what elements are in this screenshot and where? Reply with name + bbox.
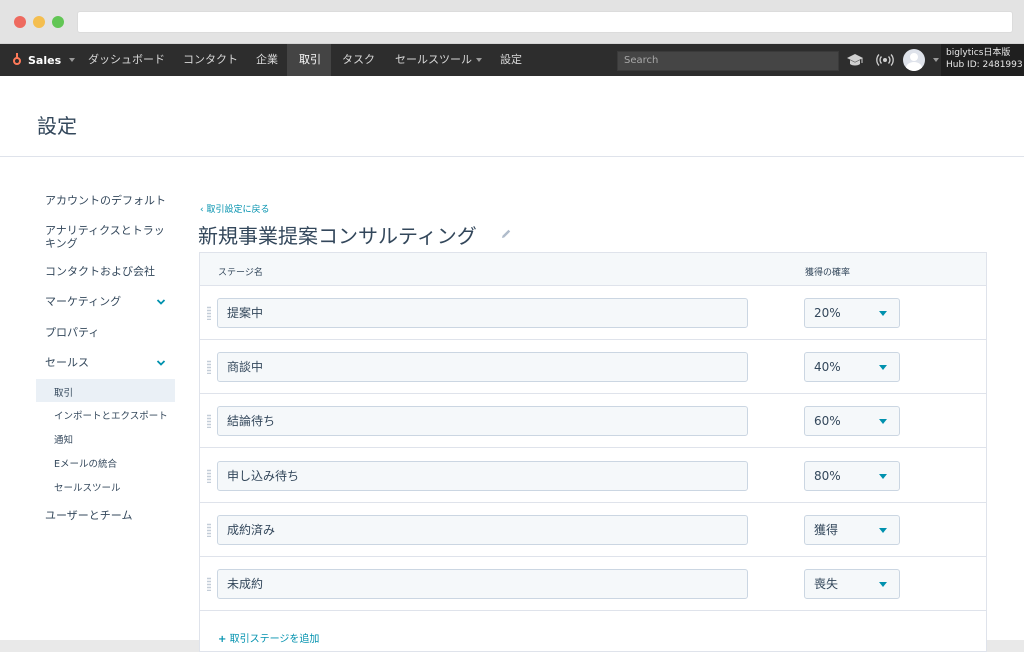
browser-chrome (0, 0, 1024, 44)
probability-select[interactable]: 40% (804, 352, 900, 382)
probability-select[interactable]: 60% (804, 406, 900, 436)
sidebar-subitem-email-integration[interactable]: Eメールの統合 (54, 456, 117, 470)
table-row: 提案中 20% (200, 286, 986, 340)
nav-deals[interactable]: 取引 (287, 44, 331, 76)
account-switcher[interactable]: biglytics日本版 Hub ID: 2481993 (941, 44, 1024, 76)
address-bar[interactable] (77, 11, 1013, 33)
chevron-down-icon[interactable] (933, 58, 939, 62)
academy-icon[interactable] (846, 53, 864, 67)
probability-value: 喪失 (814, 577, 839, 591)
pipeline-title: 新規事業提案コンサルティング (198, 224, 477, 248)
sidebar-subitem-notifications[interactable]: 通知 (54, 432, 73, 446)
caret-down-icon (879, 474, 887, 479)
sidebar-item-label: セールス (45, 356, 89, 369)
chevron-down-icon (476, 58, 482, 62)
table-row: 結論待ち 60% (200, 394, 986, 448)
sidebar-item-sales[interactable]: セールス (45, 356, 170, 369)
table-row: 申し込み待ち 80% (200, 449, 986, 503)
table-row: 成約済み 獲得 (200, 503, 986, 557)
drag-handle-icon[interactable] (207, 469, 211, 483)
window-minimize-button[interactable] (33, 16, 45, 28)
brand-label: Sales (28, 53, 62, 67)
sidebar-item-account-defaults[interactable]: アカウントのデフォルト (45, 194, 170, 207)
sidebar-item-marketing[interactable]: マーケティング (45, 295, 170, 308)
hubspot-logo-icon (10, 53, 24, 67)
stage-name-input[interactable]: 未成約 (217, 569, 748, 599)
caret-down-icon (879, 311, 887, 316)
nav-settings[interactable]: 設定 (492, 44, 530, 76)
edit-pencil-icon[interactable] (500, 228, 512, 240)
brand-menu[interactable]: Sales (10, 44, 76, 76)
sidebar-subitem-sales-tools[interactable]: セールスツール (54, 480, 121, 494)
column-header-stage: ステージ名 (218, 268, 263, 278)
stage-name-input[interactable]: 申し込み待ち (217, 461, 748, 491)
sidebar-subitem-deals[interactable]: 取引 (54, 385, 73, 399)
table-row: 未成約 喪失 (200, 557, 986, 611)
caret-down-icon (879, 582, 887, 587)
sidebar-item-contacts-companies[interactable]: コンタクトおよび会社 (45, 265, 170, 278)
probability-select[interactable]: 獲得 (804, 515, 900, 545)
deal-stages-table: ステージ名 獲得の確率 提案中 20% 商談中 40% 結論待ち 60% 申し込… (199, 252, 987, 652)
nav-sales-tools[interactable]: セールスツール (387, 44, 490, 76)
page-header (0, 76, 1024, 157)
probability-select[interactable]: 喪失 (804, 569, 900, 599)
nav-tasks[interactable]: タスク (334, 44, 383, 76)
drag-handle-icon[interactable] (207, 414, 211, 428)
stage-name-input[interactable]: 提案中 (217, 298, 748, 328)
nav-companies[interactable]: 企業 (248, 44, 286, 76)
probability-value: 60% (814, 414, 841, 428)
nav-contacts[interactable]: コンタクト (175, 44, 246, 76)
sidebar-item-label: マーケティング (45, 295, 122, 308)
sidebar-subitem-import-export[interactable]: インポートとエクスポート (54, 408, 168, 422)
sidebar-item-analytics-tracking[interactable]: アナリティクスとトラッキング (45, 224, 165, 250)
top-navigation: Sales ダッシュボード コンタクト 企業 取引 タスク セールスツール 設定… (0, 44, 1024, 76)
table-header: ステージ名 獲得の確率 (200, 253, 986, 286)
drag-handle-icon[interactable] (207, 577, 211, 591)
search-input[interactable]: Search (617, 51, 839, 71)
window-maximize-button[interactable] (52, 16, 64, 28)
probability-value: 40% (814, 360, 841, 374)
hub-id: Hub ID: 2481993 (946, 60, 1023, 70)
stage-name-input[interactable]: 成約済み (217, 515, 748, 545)
probability-value: 獲得 (814, 523, 839, 537)
back-to-deal-settings-link[interactable]: ‹ 取引設定に戻る (200, 202, 270, 215)
chevron-down-icon (156, 360, 166, 366)
stage-name-input[interactable]: 結論待ち (217, 406, 748, 436)
caret-down-icon (879, 528, 887, 533)
page-title: 設定 (37, 114, 77, 138)
drag-handle-icon[interactable] (207, 360, 211, 374)
notifications-icon[interactable] (876, 53, 894, 67)
probability-select[interactable]: 20% (804, 298, 900, 328)
account-name: biglytics日本版 (946, 48, 1011, 58)
probability-value: 20% (814, 306, 841, 320)
window-close-button[interactable] (14, 16, 26, 28)
nav-dashboard[interactable]: ダッシュボード (80, 44, 173, 76)
probability-value: 80% (814, 469, 841, 483)
probability-select[interactable]: 80% (804, 461, 900, 491)
add-deal-stage-button[interactable]: + 取引ステージを追加 (218, 630, 319, 645)
nav-sales-tools-label: セールスツール (395, 53, 472, 66)
user-avatar[interactable] (903, 49, 925, 71)
drag-handle-icon[interactable] (207, 306, 211, 320)
stage-name-input[interactable]: 商談中 (217, 352, 748, 382)
sidebar-item-properties[interactable]: プロパティ (45, 326, 170, 339)
caret-down-icon (879, 365, 887, 370)
chevron-left-icon: ‹ (200, 205, 204, 215)
chevron-down-icon (156, 299, 166, 305)
table-row: 商談中 40% (200, 340, 986, 394)
chevron-down-icon (69, 58, 76, 62)
sidebar-item-users-teams[interactable]: ユーザーとチーム (45, 509, 170, 522)
column-header-probability: 獲得の確率 (805, 268, 851, 278)
back-link-label: 取引設定に戻る (206, 205, 270, 215)
caret-down-icon (879, 419, 887, 424)
drag-handle-icon[interactable] (207, 523, 211, 537)
